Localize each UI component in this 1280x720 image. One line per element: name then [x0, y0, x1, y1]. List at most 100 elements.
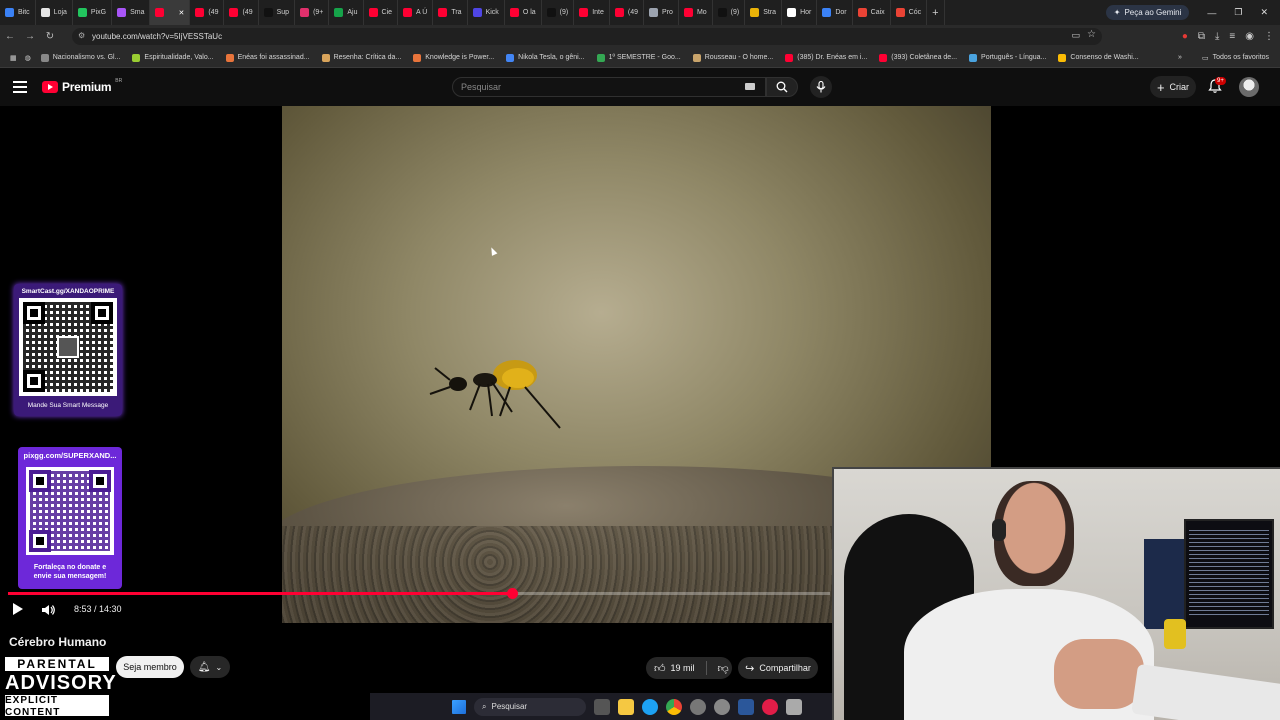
minimize-icon[interactable]: —	[1207, 8, 1216, 18]
apps-icon[interactable]: ▦	[6, 54, 21, 62]
bookmark-item[interactable]: (393) Coletânea de...	[873, 53, 963, 62]
browser-tab[interactable]: Pro	[644, 0, 679, 25]
browser-tab[interactable]: Sup	[259, 0, 296, 25]
settings-icon[interactable]	[714, 698, 730, 715]
bookmark-item[interactable]: Português - Língua...	[963, 53, 1052, 62]
keyboard-icon[interactable]	[745, 83, 755, 90]
browser-tab[interactable]: Cie	[364, 0, 399, 25]
browser-menu-icon[interactable]: ⋮	[1264, 31, 1274, 42]
browser-tab[interactable]: (49	[190, 0, 225, 25]
gemini-button[interactable]: ✦ Peça ao Gemini	[1105, 5, 1190, 20]
browser-tab[interactable]: (9)	[542, 0, 575, 25]
browser-tab[interactable]: PixG	[73, 0, 113, 25]
tab-label: Tra	[451, 9, 462, 16]
windows-start-icon[interactable]	[452, 699, 466, 714]
word-icon[interactable]	[738, 698, 754, 715]
windows-taskbar: ⌕ Pesquisar	[370, 693, 832, 720]
browser-tab[interactable]: O la	[505, 0, 542, 25]
bookmark-item[interactable]: 1º SEMESTRE - Goo...	[591, 53, 687, 62]
tab-search-icon[interactable]: ≡	[1229, 31, 1235, 42]
bookmark-item[interactable]: Espiritualidade, Valo...	[126, 53, 219, 62]
browser-tab[interactable]: Inte	[574, 0, 610, 25]
share-button[interactable]: ↪ Compartilhar	[738, 657, 818, 679]
qr2-bottom-text: Fortaleça no donate e envie sua mensagem…	[33, 564, 107, 580]
thumbs-down-icon[interactable]: 👎︎	[718, 662, 729, 675]
more-bookmarks-icon[interactable]: »	[1172, 54, 1188, 61]
app-grey-icon[interactable]	[786, 698, 802, 715]
tab-close-icon[interactable]: ✕	[178, 9, 184, 17]
browser-tab[interactable]: Bitc	[0, 0, 36, 25]
browser-tab[interactable]: Cóc	[891, 0, 928, 25]
reload-icon[interactable]: ↻	[40, 27, 60, 47]
browser-tab[interactable]: A Ú	[398, 0, 434, 25]
tab-label: Hor	[800, 9, 812, 16]
youtube-premium-logo[interactable]: Premium BR	[42, 78, 122, 94]
bookmark-item[interactable]: Consenso de Washi...	[1052, 53, 1144, 62]
chrome-icon[interactable]	[666, 698, 682, 715]
close-window-icon[interactable]: ✕	[1260, 7, 1268, 18]
extension-icon[interactable]: ●	[1182, 31, 1188, 42]
extensions-puzzle-icon[interactable]: ⧉	[1198, 31, 1205, 42]
webcam-person-arm	[1054, 639, 1144, 709]
browser-tab[interactable]: Sma	[112, 0, 151, 25]
profile-avatar-icon[interactable]: ◉	[1245, 31, 1254, 42]
file-explorer-icon[interactable]	[618, 698, 634, 715]
browser-tab[interactable]: (9+	[295, 0, 330, 25]
bookmark-item[interactable]: Resenha: Crítica da...	[316, 53, 408, 62]
join-button[interactable]: Seja membro	[116, 656, 184, 678]
browser-tab[interactable]: Caix	[853, 0, 891, 25]
create-button[interactable]: + Criar	[1150, 76, 1196, 98]
download-icon[interactable]: ⤓	[1215, 31, 1219, 42]
app-red-icon[interactable]	[762, 698, 778, 715]
edge-icon[interactable]	[642, 698, 658, 715]
subscribe-notification-button[interactable]: 🔔︎ ⌄	[190, 656, 230, 678]
bookmark-item[interactable]: (385) Dr. Enéas em i...	[779, 53, 873, 62]
search-button[interactable]	[766, 77, 798, 97]
browser-tab[interactable]: ✕	[150, 0, 191, 25]
taskbar-search[interactable]: ⌕ Pesquisar	[474, 697, 586, 716]
progress-scrubber-handle[interactable]	[506, 588, 518, 599]
bookmark-item[interactable]: Nikola Tesla, o gêni...	[500, 53, 590, 62]
bookmark-star-icon[interactable]: ☆	[1087, 29, 1096, 40]
address-bar[interactable]: ⚙ youtube.com/watch?v=5IjVESSTaUc ▭ ☆	[72, 28, 1102, 45]
video-progress-bar[interactable]	[8, 588, 830, 599]
task-view-icon[interactable]	[594, 698, 610, 715]
maximize-icon[interactable]: ❐	[1234, 7, 1242, 18]
volume-button[interactable]	[41, 603, 56, 621]
back-icon[interactable]: ←	[0, 27, 20, 47]
browser-tab[interactable]: (49	[610, 0, 645, 25]
app-icon[interactable]	[690, 698, 706, 715]
browser-tab[interactable]: Mo	[679, 0, 713, 25]
play-icon[interactable]	[13, 603, 23, 615]
bookmark-icon[interactable]: ◍	[21, 54, 35, 62]
browser-tab[interactable]: Dor	[817, 0, 853, 25]
notifications-button[interactable]: 9+	[1208, 77, 1226, 99]
hamburger-menu-icon[interactable]	[13, 79, 27, 93]
bookmark-item[interactable]: Rousseau - O home...	[687, 53, 779, 62]
site-info-icon[interactable]: ⚙	[78, 31, 85, 40]
like-button[interactable]: 👍︎ 19 mil	[654, 662, 695, 675]
search-input[interactable]: Pesquisar	[452, 77, 766, 97]
forward-icon[interactable]: →	[20, 27, 40, 47]
browser-tab[interactable]: Aju	[329, 0, 364, 25]
browser-tab[interactable]: Tra	[433, 0, 468, 25]
browser-tab[interactable]: (9)	[713, 0, 746, 25]
cast-icon[interactable]: ▭	[1071, 30, 1080, 41]
browser-tab[interactable]: Kick	[468, 0, 505, 25]
bookmark-label: Consenso de Washi...	[1070, 54, 1139, 61]
browser-tab[interactable]: (49	[224, 0, 259, 25]
browser-tab[interactable]: Stra	[745, 0, 783, 25]
bookmark-item[interactable]: Nacionalismo vs. Gl...	[35, 53, 127, 62]
voice-search-button[interactable]	[810, 76, 832, 98]
tab-favicon-icon	[649, 8, 659, 17]
tab-label: Bitc	[18, 9, 30, 16]
new-tab-icon[interactable]: +	[927, 0, 945, 25]
browser-tab[interactable]: Loja	[36, 0, 73, 25]
tab-label: Cóc	[908, 9, 922, 16]
account-avatar[interactable]	[1239, 77, 1259, 97]
browser-tab[interactable]: Hor	[782, 0, 818, 25]
bookmark-item[interactable]: Knowledge is Power...	[407, 53, 500, 62]
bookmark-item[interactable]: Enéas foi assassinad...	[220, 53, 316, 62]
all-bookmarks-button[interactable]: ▭ Todos os favoritos	[1196, 54, 1275, 62]
tab-label: (49	[242, 9, 253, 16]
